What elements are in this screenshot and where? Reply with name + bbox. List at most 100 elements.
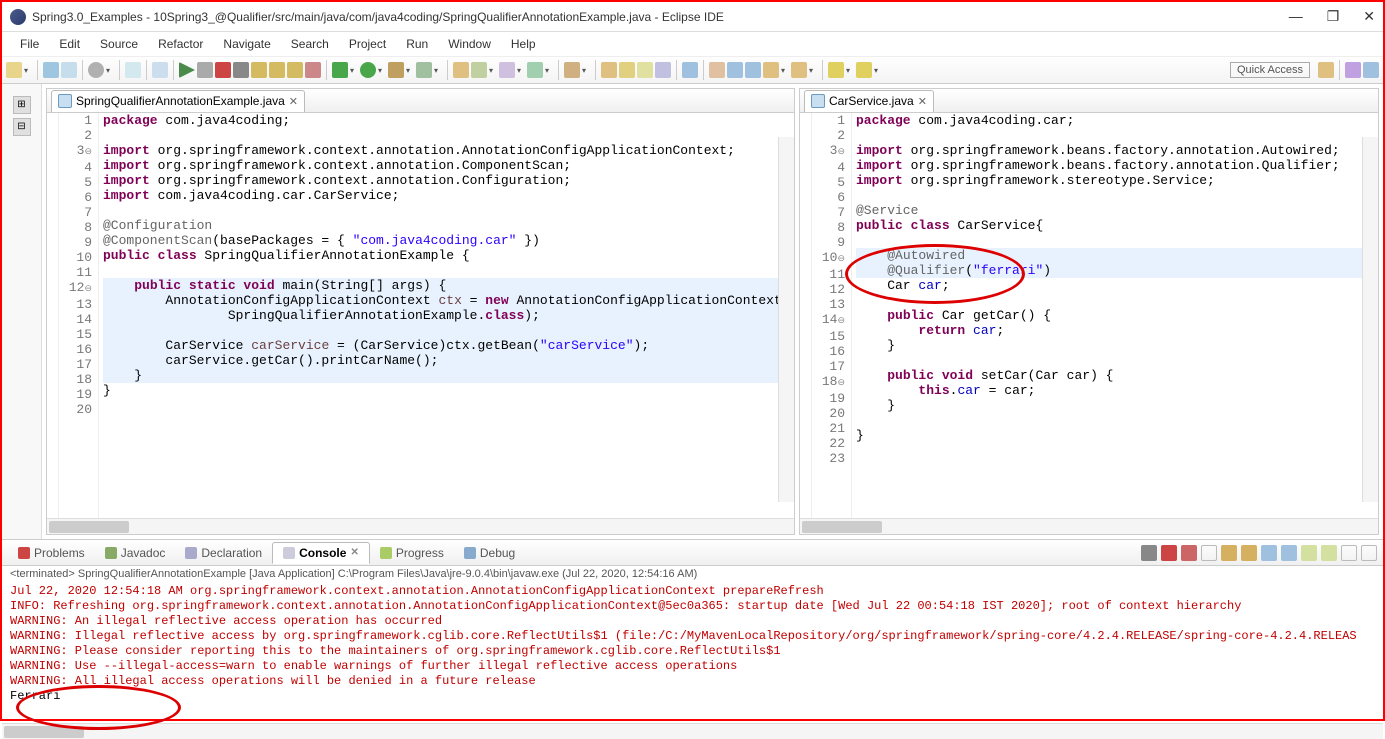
run-icon[interactable] — [360, 62, 376, 78]
menu-navigate[interactable]: Navigate — [213, 35, 280, 53]
print-icon[interactable] — [655, 62, 671, 78]
tab-console[interactable]: Console ✕ — [272, 542, 370, 564]
console-pin-icon[interactable] — [1261, 545, 1277, 561]
save-all-icon[interactable] — [61, 62, 77, 78]
sidebar-icon-b[interactable]: ⊟ — [13, 118, 31, 136]
tab-spring-qualifier[interactable]: SpringQualifierAnnotationExample.java ✕ — [51, 90, 305, 112]
prev-annot-dropdown[interactable]: ▾ — [781, 66, 789, 75]
save-icon[interactable] — [43, 62, 59, 78]
new-dropdown[interactable]: ▾ — [24, 66, 32, 75]
annotation-icon[interactable] — [709, 62, 725, 78]
menu-file[interactable]: File — [10, 35, 49, 53]
console-min-icon[interactable] — [1341, 545, 1357, 561]
menu-run[interactable]: Run — [396, 35, 438, 53]
toggle-icon[interactable] — [88, 62, 104, 78]
resume-icon[interactable] — [179, 62, 195, 78]
close-button[interactable]: ✕ — [1363, 8, 1375, 25]
tool-icon-a[interactable] — [125, 62, 141, 78]
vscrollbar[interactable] — [778, 137, 794, 502]
tool-icon-b[interactable] — [152, 62, 168, 78]
hscrollbar[interactable] — [2, 723, 1383, 739]
new-icon[interactable] — [6, 62, 22, 78]
console-removeall-icon[interactable] — [1181, 545, 1197, 561]
close-tab-icon[interactable]: ✕ — [289, 95, 298, 108]
mark-icon[interactable] — [619, 62, 635, 78]
hscrollbar[interactable] — [47, 518, 794, 534]
coverage-icon[interactable] — [388, 62, 404, 78]
menu-project[interactable]: Project — [339, 35, 396, 53]
ext-tools-dropdown[interactable]: ▾ — [434, 66, 442, 75]
nav-fwd-icon[interactable] — [745, 62, 761, 78]
bug-dropdown[interactable]: ▾ — [350, 66, 358, 75]
search-icon[interactable] — [564, 62, 580, 78]
drop-frame-icon[interactable] — [305, 62, 321, 78]
sidebar-icon-a[interactable]: ⊞ — [13, 96, 31, 114]
next-annot-icon[interactable] — [791, 62, 807, 78]
format-icon[interactable] — [637, 62, 653, 78]
step-into-icon[interactable] — [251, 62, 267, 78]
vscrollbar[interactable] — [1362, 137, 1378, 502]
step-return-icon[interactable] — [287, 62, 303, 78]
perspective-debug-icon[interactable] — [1345, 62, 1361, 78]
console-open-icon[interactable] — [1301, 545, 1317, 561]
tab-car-service[interactable]: CarService.java ✕ — [804, 90, 934, 112]
console-display-icon[interactable] — [1281, 545, 1297, 561]
console-scroll-lock-icon[interactable] — [1221, 545, 1237, 561]
menu-edit[interactable]: Edit — [49, 35, 90, 53]
minimize-button[interactable]: — — [1289, 8, 1303, 25]
bug-icon[interactable] — [332, 62, 348, 78]
console-new-icon[interactable] — [1321, 545, 1337, 561]
perspective-java-icon[interactable] — [1318, 62, 1334, 78]
menu-window[interactable]: Window — [438, 35, 501, 53]
toggle-dropdown[interactable]: ▾ — [106, 66, 114, 75]
new-package-dropdown[interactable]: ▾ — [489, 66, 497, 75]
run-dropdown[interactable]: ▾ — [378, 66, 386, 75]
console-clear-icon[interactable] — [1201, 545, 1217, 561]
open-type-icon[interactable] — [527, 62, 543, 78]
forward-dropdown[interactable]: ▾ — [874, 66, 882, 75]
next-annot-dropdown[interactable]: ▾ — [809, 66, 817, 75]
console-word-wrap-icon[interactable] — [1241, 545, 1257, 561]
coverage-dropdown[interactable]: ▾ — [406, 66, 414, 75]
new-class-icon[interactable] — [453, 62, 469, 78]
menu-search[interactable]: Search — [281, 35, 339, 53]
eclipse-icon — [10, 9, 26, 25]
suspend-icon[interactable] — [197, 62, 213, 78]
tab-problems[interactable]: Problems — [8, 543, 95, 563]
tab-debug[interactable]: Debug — [454, 543, 525, 563]
forward-icon[interactable] — [856, 62, 872, 78]
tab-javadoc[interactable]: Javadoc — [95, 543, 176, 563]
menu-help[interactable]: Help — [501, 35, 546, 53]
console-output[interactable]: Jul 22, 2020 12:54:18 AM org.springframe… — [2, 582, 1383, 723]
menu-source[interactable]: Source — [90, 35, 148, 53]
code-area-left[interactable]: 123⊖456789101112⊖1314151617181920 packag… — [47, 113, 794, 518]
console-terminate-icon[interactable] — [1141, 545, 1157, 561]
hscrollbar[interactable] — [800, 518, 1378, 534]
disconnect-icon[interactable] — [233, 62, 249, 78]
console-remove-icon[interactable] — [1161, 545, 1177, 561]
close-tab-icon[interactable]: ✕ — [350, 547, 358, 558]
highlight-icon[interactable] — [601, 62, 617, 78]
new-folder-icon[interactable] — [499, 62, 515, 78]
console-max-icon[interactable] — [1361, 545, 1377, 561]
back-dropdown[interactable]: ▾ — [846, 66, 854, 75]
perspective-other-icon[interactable] — [1363, 62, 1379, 78]
new-folder-dropdown[interactable]: ▾ — [517, 66, 525, 75]
para-icon[interactable] — [682, 62, 698, 78]
search-dropdown[interactable]: ▾ — [582, 66, 590, 75]
new-package-icon[interactable] — [471, 62, 487, 78]
back-icon[interactable] — [828, 62, 844, 78]
menu-refactor[interactable]: Refactor — [148, 35, 213, 53]
open-type-dropdown[interactable]: ▾ — [545, 66, 553, 75]
maximize-button[interactable]: ❐ — [1327, 8, 1340, 25]
code-area-right[interactable]: 123⊖45678910⊖11121314⊖15161718⊖192021222… — [800, 113, 1378, 518]
close-tab-icon[interactable]: ✕ — [918, 95, 927, 108]
terminate-icon[interactable] — [215, 62, 231, 78]
quick-access-field[interactable]: Quick Access — [1230, 62, 1310, 78]
nav-back-icon[interactable] — [727, 62, 743, 78]
step-over-icon[interactable] — [269, 62, 285, 78]
prev-annot-icon[interactable] — [763, 62, 779, 78]
ext-tools-icon[interactable] — [416, 62, 432, 78]
tab-progress[interactable]: Progress — [370, 543, 454, 563]
tab-declaration[interactable]: Declaration — [175, 543, 272, 563]
